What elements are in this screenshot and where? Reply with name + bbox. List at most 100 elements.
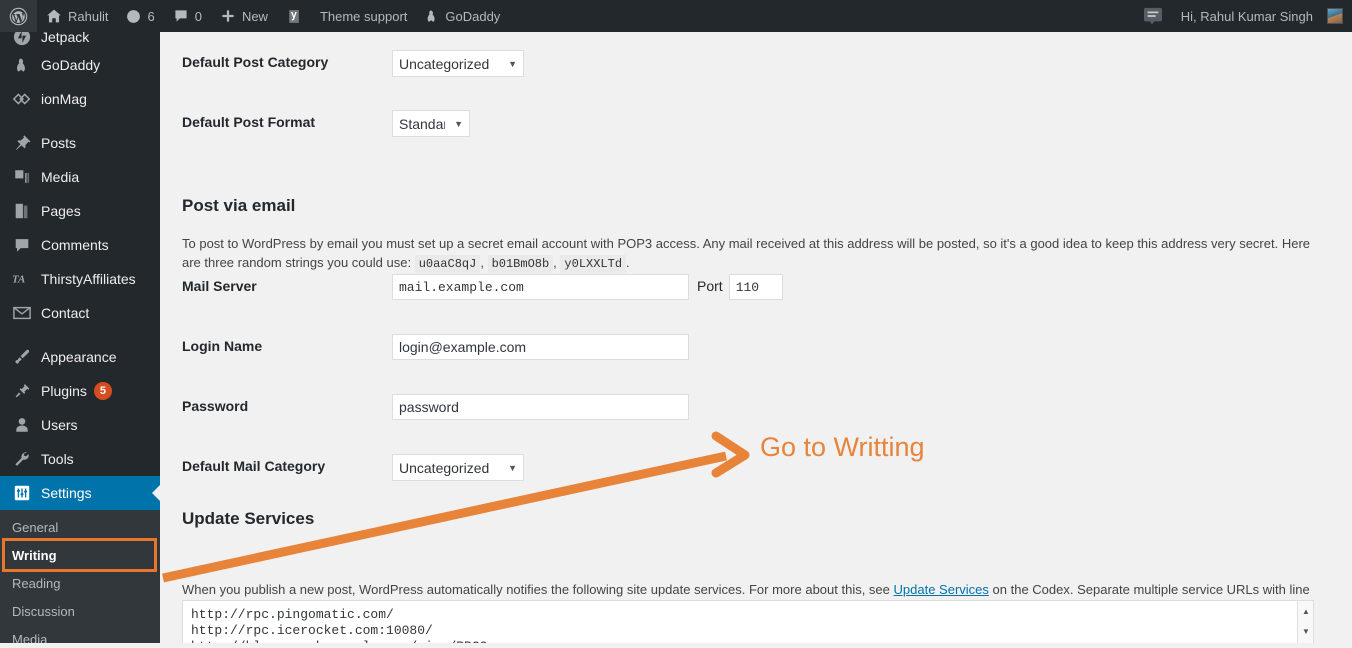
thirsty-affiliates-icon: TA	[12, 269, 32, 289]
admin-bar: Rahulit 6 0 New Theme support GoDaddy Hi…	[0, 0, 1352, 32]
paintbrush-icon	[12, 347, 32, 367]
default-post-category-select-wrap[interactable]: Uncategorized	[392, 50, 524, 77]
row-password: Password	[182, 394, 689, 420]
wordpress-logo-icon	[9, 7, 28, 26]
mail-server-input[interactable]	[392, 274, 689, 300]
settings-submenu: General Writing Reading Discussion Media	[0, 510, 160, 643]
sidebar-subitem-discussion[interactable]: Discussion	[0, 598, 160, 626]
my-account-menu[interactable]: Hi, Rahul Kumar Singh	[1172, 0, 1352, 32]
comment-bubble-icon	[173, 8, 189, 24]
comments-menu[interactable]: 0	[164, 0, 211, 32]
triangle-down-icon[interactable]: ▼	[1298, 623, 1313, 639]
sidebar-item-pages[interactable]: Pages	[0, 194, 160, 228]
new-content-menu[interactable]: New	[211, 0, 277, 32]
login-name-label: Login Name	[182, 338, 263, 354]
sidebar-item-label: Tools	[41, 451, 74, 467]
comment-bubble-icon	[12, 235, 32, 255]
sidebar-item-contact[interactable]: Contact	[0, 296, 160, 330]
yoast-seo-menu[interactable]	[277, 0, 311, 32]
home-icon	[46, 8, 62, 24]
port-input[interactable]	[728, 274, 783, 300]
site-name-menu[interactable]: Rahulit	[37, 0, 117, 32]
sidebar-item-settings[interactable]: Settings	[0, 476, 160, 510]
updates-icon	[126, 9, 141, 24]
random-string-1: u0aaC8qJ	[414, 255, 481, 273]
sidebar-item-ionmag[interactable]: ionMag	[0, 82, 160, 116]
site-name-label: Rahulit	[68, 8, 109, 24]
sidebar-subitem-writing[interactable]: Writing	[0, 542, 160, 570]
default-post-category-label: Default Post Category	[182, 54, 329, 70]
godaddy-menu[interactable]: GoDaddy	[416, 0, 509, 32]
sidebar-separator	[0, 330, 160, 340]
yoast-seo-icon	[286, 8, 302, 25]
post-via-email-description: To post to WordPress by email you must s…	[182, 234, 1322, 274]
default-mail-category-label: Default Mail Category	[182, 458, 326, 474]
plus-icon	[220, 8, 236, 24]
login-name-input[interactable]	[392, 334, 689, 360]
sidebar-item-users[interactable]: Users	[0, 408, 160, 442]
sidebar-item-label: GoDaddy	[41, 57, 101, 73]
sidebar-item-appearance[interactable]: Appearance	[0, 340, 160, 374]
row-default-post-format: Default Post Format Standard	[182, 110, 470, 137]
sidebar-subitem-media[interactable]: Media	[0, 626, 160, 643]
new-label: New	[241, 8, 268, 24]
sidebar-item-media[interactable]: Media	[0, 160, 160, 194]
wordpress-logo-menu[interactable]	[0, 0, 37, 32]
envelope-icon	[12, 303, 32, 323]
random-string-3: y0LXXLTd	[560, 255, 627, 273]
ping-sites-scrollbar[interactable]: ▲ ▼	[1297, 601, 1313, 643]
default-post-format-select[interactable]: Standard	[392, 110, 470, 137]
row-default-mail-category: Default Mail Category Uncategorized	[182, 454, 524, 481]
default-post-format-label: Default Post Format	[182, 114, 316, 130]
default-mail-category-select[interactable]: Uncategorized	[392, 454, 524, 481]
comma-1: ,	[480, 255, 484, 270]
sidebar-item-godaddy[interactable]: GoDaddy	[0, 48, 160, 82]
sidebar-item-jetpack[interactable]: Jetpack	[0, 32, 160, 48]
triangle-up-icon[interactable]: ▲	[1298, 603, 1313, 619]
updates-menu[interactable]: 6	[117, 0, 163, 32]
password-input[interactable]	[392, 394, 689, 420]
sidebar-item-label: Pages	[41, 203, 81, 219]
sidebar-subitem-general[interactable]: General	[0, 514, 160, 542]
godaddy-icon	[425, 8, 439, 25]
user-icon	[12, 415, 32, 435]
sidebar-item-plugins[interactable]: Plugins 5	[0, 374, 160, 408]
update-services-codex-link[interactable]: Update Services	[894, 582, 989, 597]
ping-sites-field-wrapper: http://rpc.pingomatic.com/ http://rpc.ic…	[182, 600, 1314, 643]
godaddy-icon	[12, 55, 32, 75]
settings-writing-page: Default Post Category Uncategorized Defa…	[160, 32, 1352, 643]
greeting-label: Hi, Rahul Kumar Singh	[1180, 8, 1313, 24]
row-default-post-category: Default Post Category Uncategorized	[182, 50, 524, 77]
plug-icon	[12, 381, 32, 401]
notifications-menu[interactable]	[1134, 0, 1172, 32]
godaddy-label: GoDaddy	[445, 8, 501, 24]
admin-bar-right: Hi, Rahul Kumar Singh	[1134, 0, 1352, 32]
sidebar-item-label: Media	[41, 169, 80, 185]
sidebar-item-label: Posts	[41, 135, 77, 151]
default-post-format-select-wrap[interactable]: Standard	[392, 110, 470, 137]
media-icon	[12, 167, 32, 187]
update-services-desc-before: When you publish a new post, WordPress a…	[182, 582, 890, 597]
theme-support-menu[interactable]: Theme support	[311, 0, 416, 32]
ping-sites-textarea[interactable]: http://rpc.pingomatic.com/ http://rpc.ic…	[183, 601, 1295, 643]
updates-count: 6	[147, 8, 155, 24]
settings-sliders-icon	[12, 483, 32, 503]
avatar	[1327, 8, 1343, 24]
sidebar-item-comments[interactable]: Comments	[0, 228, 160, 262]
sidebar-item-thirstyaffiliates[interactable]: TA ThirstyAffiliates	[0, 262, 160, 296]
sidebar-item-label: ThirstyAffiliates	[41, 271, 136, 287]
admin-sidebar: Jetpack GoDaddy ionMag Posts Media Pages…	[0, 32, 160, 643]
sidebar-item-posts[interactable]: Posts	[0, 126, 160, 160]
sidebar-subitem-reading[interactable]: Reading	[0, 570, 160, 598]
post-via-email-description-text: To post to WordPress by email you must s…	[182, 236, 1310, 270]
row-mail-server: Mail Server Port	[182, 274, 783, 300]
row-login-name: Login Name	[182, 334, 689, 360]
pin-icon	[12, 133, 32, 153]
default-post-category-select[interactable]: Uncategorized	[392, 50, 524, 77]
sidebar-item-label: Appearance	[41, 349, 117, 365]
sidebar-separator	[0, 116, 160, 126]
default-mail-category-select-wrap[interactable]: Uncategorized	[392, 454, 524, 481]
sidebar-item-tools[interactable]: Tools	[0, 442, 160, 476]
jetpack-icon	[12, 32, 32, 47]
comma-2: ,	[553, 255, 557, 270]
